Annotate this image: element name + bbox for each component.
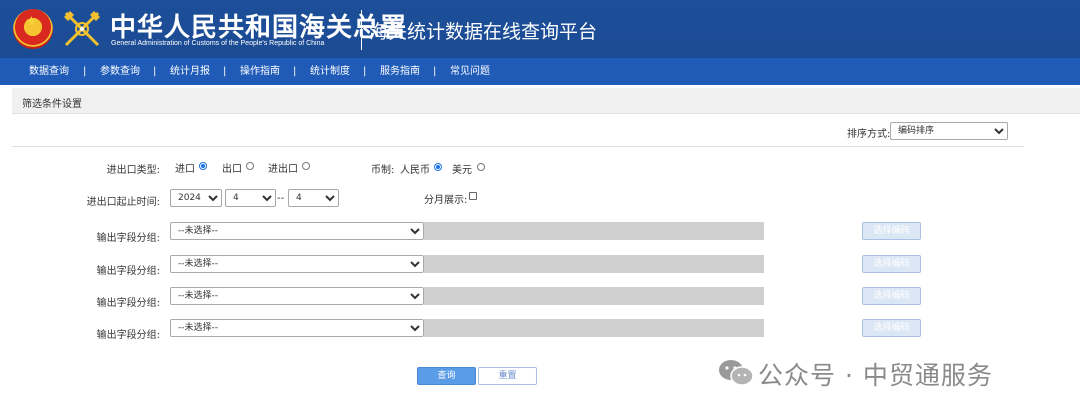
field-group-label: 输出字段分组: xyxy=(96,233,160,244)
monthly-display-checkbox[interactable] xyxy=(469,192,477,200)
field-group-select[interactable]: --未选择-- xyxy=(170,255,424,273)
field-group-selected-codes xyxy=(424,287,764,305)
agency-title-en: General Administration of Customs of the… xyxy=(111,40,325,47)
monthly-display-label: 分月展示: xyxy=(424,195,468,206)
period-label: 进出口起止时间: xyxy=(86,197,160,208)
select-code-button[interactable]: 选择编码 xyxy=(862,255,921,273)
nav-item-param-query[interactable]: 参数查询 xyxy=(100,58,140,85)
currency-cny-label: 人民币 xyxy=(400,165,430,176)
select-code-button[interactable]: 选择编码 xyxy=(862,319,921,337)
national-emblem-icon xyxy=(13,9,53,49)
nav-separator: | xyxy=(293,66,297,77)
sort-label: 排序方式: xyxy=(847,129,891,140)
nav-item-guide[interactable]: 操作指南 xyxy=(240,58,280,85)
start-year-select[interactable]: 2024 xyxy=(170,189,222,207)
watermark-text: 公众号 · 中贸通服务 xyxy=(758,361,993,390)
currency-usd-label: 美元 xyxy=(452,165,472,176)
trade-type-label: 进出口类型: xyxy=(106,165,160,176)
currency-label: 币制: xyxy=(371,165,395,176)
trade-option-import-label: 进口 xyxy=(175,164,195,175)
nav-item-monthly-report[interactable]: 统计月报 xyxy=(170,58,210,85)
range-separator: -- xyxy=(277,193,285,204)
query-button[interactable]: 查询 xyxy=(417,367,476,385)
nav-separator: | xyxy=(223,66,227,77)
title-divider xyxy=(361,10,362,50)
field-group-selected-codes xyxy=(424,255,764,273)
nav-separator: | xyxy=(433,66,437,77)
field-group-selected-codes xyxy=(424,222,764,240)
select-code-button[interactable]: 选择编码 xyxy=(862,287,921,305)
field-group-select[interactable]: --未选择-- xyxy=(170,319,424,337)
nav-separator: | xyxy=(83,66,87,77)
currency-usd-radio[interactable] xyxy=(477,163,485,171)
customs-emblem-icon xyxy=(64,11,100,47)
trade-option-export-radio[interactable] xyxy=(246,162,254,170)
wechat-icon xyxy=(719,360,754,386)
nav-item-service-guide[interactable]: 服务指南 xyxy=(380,58,420,85)
field-group-label: 输出字段分组: xyxy=(96,330,160,341)
trade-option-both-label: 进出口 xyxy=(268,164,298,175)
main-nav: 数据查询 | 参数查询 | 统计月报 | 操作指南 | 统计制度 | 服务指南 … xyxy=(0,58,1080,85)
currency-cny-radio[interactable] xyxy=(434,163,442,171)
field-group-selected-codes xyxy=(424,319,764,337)
filter-panel-header: 筛选条件设置 xyxy=(12,88,1080,114)
panel-title: 筛选条件设置 xyxy=(22,99,82,110)
field-group-label: 输出字段分组: xyxy=(96,266,160,277)
field-group-label: 输出字段分组: xyxy=(96,298,160,309)
field-group-select[interactable]: --未选择-- xyxy=(170,287,424,305)
trade-option-export-label: 出口 xyxy=(222,164,242,175)
nav-separator: | xyxy=(363,66,367,77)
reset-button[interactable]: 重置 xyxy=(478,367,537,385)
watermark: 公众号 · 中贸通服务 xyxy=(718,352,1058,392)
divider xyxy=(12,146,1024,147)
end-month-select[interactable]: 4 xyxy=(288,189,339,207)
platform-title: 海关统计数据在线查询平台 xyxy=(369,21,598,43)
sort-select[interactable]: 编码排序 xyxy=(890,122,1008,140)
agency-title: 中华人民共和国海关总署 xyxy=(110,13,408,43)
trade-option-both-radio[interactable] xyxy=(302,162,310,170)
select-code-button[interactable]: 选择编码 xyxy=(862,222,921,240)
site-header: 中华人民共和国海关总署 General Administration of Cu… xyxy=(0,0,1080,58)
nav-item-faq[interactable]: 常见问题 xyxy=(450,58,490,85)
field-group-select[interactable]: --未选择-- xyxy=(170,222,424,240)
nav-separator: | xyxy=(153,66,157,77)
nav-item-stat-system[interactable]: 统计制度 xyxy=(310,58,350,85)
nav-item-data-query[interactable]: 数据查询 xyxy=(29,58,69,85)
start-month-select[interactable]: 4 xyxy=(225,189,276,207)
trade-option-import-radio[interactable] xyxy=(199,162,207,170)
